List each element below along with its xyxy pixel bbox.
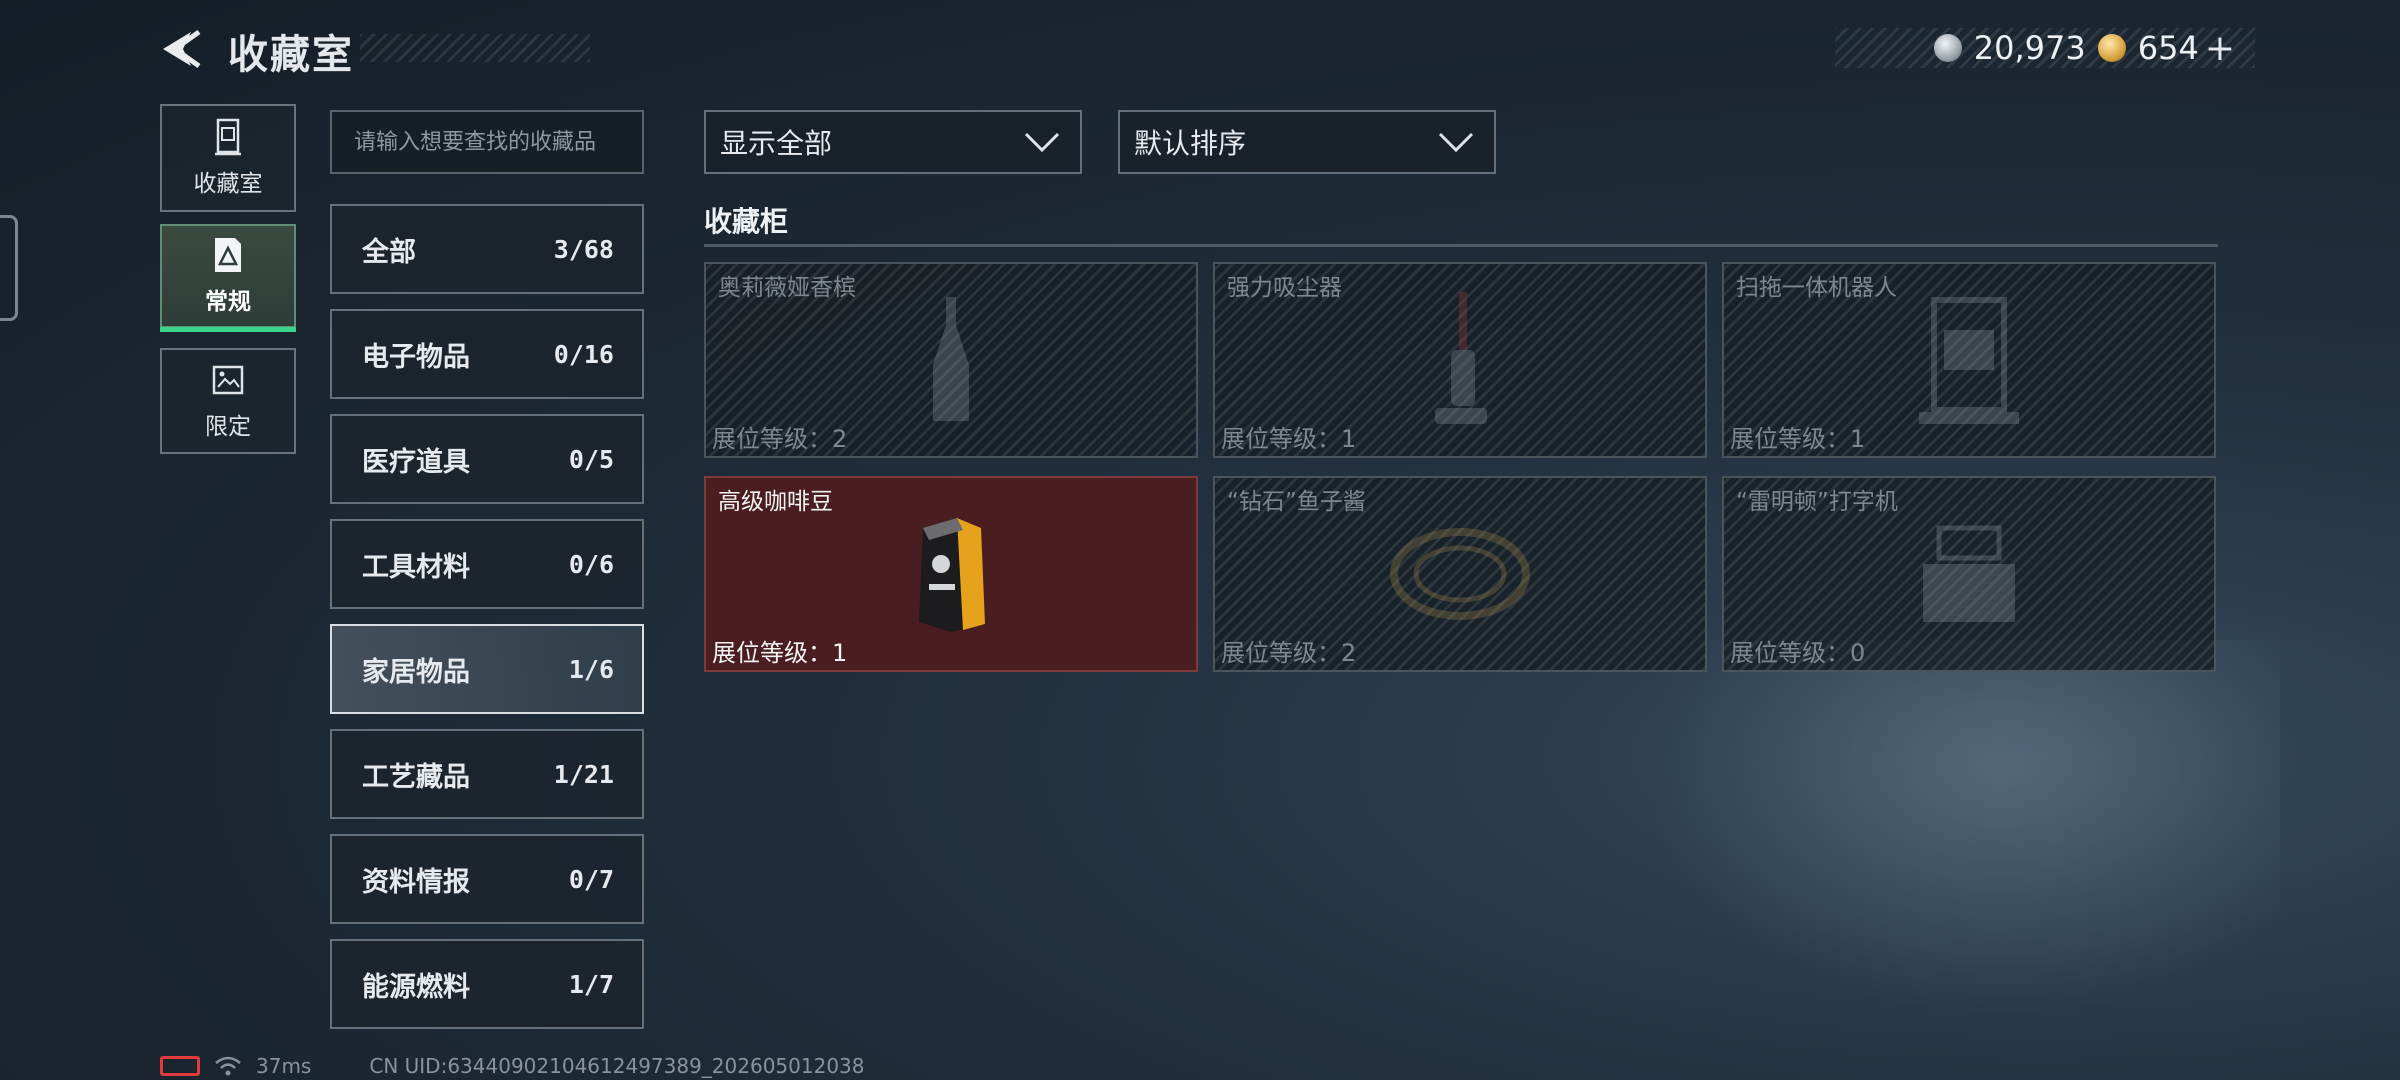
card-name: “雷明顿”打字机: [1736, 489, 1898, 515]
collection-card[interactable]: “雷明顿”打字机 展位等级：0: [1722, 476, 2216, 672]
category-all[interactable]: 全部 3/68: [330, 204, 644, 294]
caviar-tin-icon: [1390, 528, 1530, 620]
display-cabinet-icon: [215, 118, 241, 156]
card-name: 强力吸尘器: [1227, 275, 1342, 301]
currency-bar: 20,973 654 +: [1835, 28, 2255, 69]
tab-collection-room[interactable]: 收藏室: [160, 104, 296, 212]
battery-icon: [160, 1056, 200, 1076]
background-glow: [1580, 640, 2280, 1060]
card-level: 展位等级：1: [712, 639, 848, 667]
category-count: 1/7: [568, 969, 614, 999]
category-count: 0/5: [568, 444, 614, 474]
champagne-bottle-icon: [933, 297, 969, 421]
tab-limited[interactable]: 限定: [160, 348, 296, 454]
category-name: 工艺藏品: [362, 761, 470, 793]
wifi-icon: [215, 1056, 241, 1076]
tab-regular[interactable]: 常规: [160, 224, 296, 332]
category-medical[interactable]: 医疗道具 0/5: [330, 414, 644, 504]
back-arrow-icon: [163, 29, 201, 69]
category-count: 0/7: [568, 864, 614, 894]
section-divider: [704, 244, 2218, 247]
uid-text: CN UID:6344090210461249738​9_20260501203…: [369, 1054, 865, 1078]
category-count: 1/6: [568, 654, 614, 684]
title-decoration: [360, 34, 590, 62]
category-name: 全部: [362, 236, 416, 268]
category-crafts[interactable]: 工艺藏品 1/21: [330, 729, 644, 819]
sort-dropdown[interactable]: 默认排序: [1118, 110, 1496, 174]
category-name: 工具材料: [362, 551, 470, 583]
card-name: “钻石”鱼子酱: [1227, 489, 1366, 515]
category-name: 电子物品: [362, 341, 470, 373]
category-name: 家居物品: [362, 656, 470, 688]
tab-label: 常规: [205, 289, 251, 315]
category-count: 1/21: [553, 759, 614, 789]
document-triangle-icon: [215, 238, 241, 272]
edge-drawer-handle[interactable]: [0, 215, 18, 321]
silver-currency-value: 20,973: [1973, 29, 2086, 67]
category-count: 3/68: [553, 234, 614, 264]
silver-coin-icon: [1933, 34, 1962, 62]
collection-card[interactable]: 强力吸尘器 展位等级：1: [1213, 262, 1707, 458]
tab-label: 限定: [205, 414, 251, 440]
chevron-down-icon: [1024, 132, 1060, 153]
category-electronics[interactable]: 电子物品 0/16: [330, 309, 644, 399]
chevron-down-icon: [1438, 132, 1474, 153]
limited-picture-icon: [212, 365, 244, 395]
category-household[interactable]: 家居物品 1/6: [330, 624, 644, 714]
card-level: 展位等级：0: [1730, 639, 1866, 667]
dropdown-value: 显示全部: [720, 127, 833, 160]
category-count: 0/6: [568, 549, 614, 579]
card-level: 展位等级：1: [1730, 425, 1866, 453]
category-fuel[interactable]: 能源燃料 1/7: [330, 939, 644, 1029]
card-level: 展位等级：2: [1221, 639, 1357, 667]
coffee-bean-bag-icon: [919, 518, 985, 632]
category-name: 医疗道具: [362, 446, 470, 478]
collection-card[interactable]: 扫拖一体机器人 展位等级：1: [1722, 262, 2216, 458]
vacuum-cleaner-icon: [1435, 292, 1487, 424]
card-name: 高级咖啡豆: [718, 489, 833, 515]
collection-card-owned[interactable]: 高级咖啡豆 展位等级：1: [704, 476, 1198, 672]
tab-label: 收藏室: [193, 171, 263, 197]
card-level: 展位等级：1: [1221, 425, 1357, 453]
dropdown-value: 默认排序: [1134, 127, 1247, 160]
typewriter-icon: [1923, 525, 2015, 622]
category-name: 能源燃料: [362, 971, 470, 1003]
card-level: 展位等级：2: [712, 425, 848, 453]
card-name: 扫拖一体机器人: [1736, 275, 1897, 301]
back-button[interactable]: [155, 28, 207, 70]
card-name: 奥莉薇娅香槟: [718, 275, 856, 301]
robot-station-icon: [1919, 297, 2019, 424]
section-title: 收藏柜: [704, 205, 789, 238]
gold-currency-value: 654: [2137, 29, 2199, 67]
collection-card[interactable]: “钻石”鱼子酱 展位等级：2: [1213, 476, 1707, 672]
category-count: 0/16: [553, 339, 614, 369]
category-tools[interactable]: 工具材料 0/6: [330, 519, 644, 609]
gold-coin-icon: [2097, 34, 2126, 62]
search-input[interactable]: [330, 110, 644, 174]
status-bar: 37ms CN UID:6344090210461249738​9_202605…: [160, 1054, 865, 1078]
page-title: 收藏室: [228, 32, 354, 78]
ping-value: 37ms: [256, 1054, 312, 1078]
display-filter-dropdown[interactable]: 显示全部: [704, 110, 1082, 174]
add-currency-button[interactable]: +: [2205, 28, 2235, 69]
category-name: 资料情报: [362, 866, 470, 898]
collection-card[interactable]: 奥莉薇娅香槟 展位等级：2: [704, 262, 1198, 458]
category-intel[interactable]: 资料情报 0/7: [330, 834, 644, 924]
